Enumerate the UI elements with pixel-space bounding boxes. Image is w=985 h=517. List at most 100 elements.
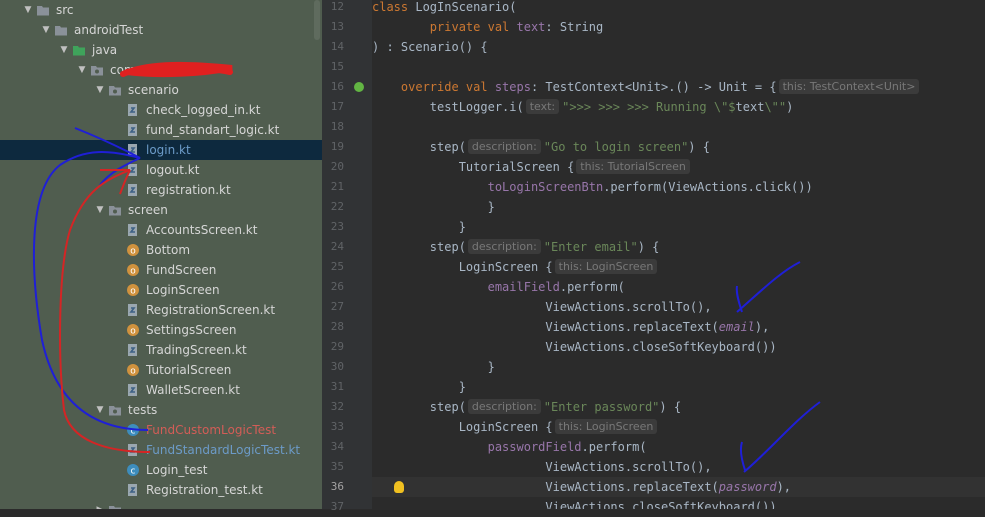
override-marker-icon[interactable] (354, 82, 364, 92)
tree-item[interactable]: o LoginScreen (0, 280, 322, 300)
kotlin-file-icon (126, 343, 140, 357)
tree-item[interactable]: o Bottom (0, 240, 322, 260)
code-token: LogInScenario( (415, 0, 517, 14)
code-line[interactable]: passwordField.perform( (372, 437, 985, 457)
tree-item[interactable]: ▼ java (0, 40, 322, 60)
code-line[interactable]: private val text: String (372, 17, 985, 37)
code-token: password (718, 480, 777, 494)
tree-item[interactable]: ▶ (0, 500, 322, 509)
code-line[interactable]: ViewActions.closeSoftKeyboard()) (372, 337, 985, 357)
code-line[interactable] (372, 117, 985, 137)
tree-item[interactable]: ▼ androidTest (0, 20, 322, 40)
code-line[interactable]: ViewActions.replaceText(password), (372, 477, 985, 497)
line-number: 33 (330, 420, 344, 433)
tree-item[interactable]: login.kt (0, 140, 322, 160)
tree-item[interactable]: ▼ tests (0, 400, 322, 420)
expand-arrow-icon[interactable]: ▼ (40, 20, 52, 40)
code-line[interactable]: LoginScreen {this: LoginScreen (372, 417, 985, 437)
code-line[interactable]: testLogger.i(text: ">>> >>> >>> Running \… (372, 97, 985, 117)
tree-item[interactable]: o SettingsScreen (0, 320, 322, 340)
code-line[interactable]: } (372, 197, 985, 217)
line-number: 36 (330, 480, 344, 493)
tree-item[interactable]: fund_standart_logic.kt (0, 120, 322, 140)
code-token: } (372, 380, 466, 394)
tree-item-label: registration.kt (146, 183, 231, 197)
code-editor[interactable]: class LogInScenario( private val text: S… (372, 0, 985, 509)
code-line[interactable]: } (372, 377, 985, 397)
code-line[interactable]: ViewActions.scrollTo(), (372, 457, 985, 477)
line-number: 13 (330, 20, 344, 33)
tree-item[interactable]: registration.kt (0, 180, 322, 200)
tree-scrollbar[interactable] (313, 0, 321, 509)
code-token: : TestContext<Unit>.() -> Unit = { (530, 80, 777, 94)
svg-text:o: o (130, 287, 136, 297)
tree-item[interactable]: ▼ com (0, 60, 322, 80)
code-line[interactable]: } (372, 217, 985, 237)
expand-arrow-icon[interactable]: ▼ (94, 80, 106, 100)
tree-item[interactable]: check_logged_in.kt (0, 100, 322, 120)
code-line[interactable]: ViewActions.replaceText(email), (372, 317, 985, 337)
code-line[interactable]: step(description: "Enter email") { (372, 237, 985, 257)
tree-item[interactable]: TradingScreen.kt (0, 340, 322, 360)
tree-item[interactable]: WalletScreen.kt (0, 380, 322, 400)
tree-item[interactable]: c Login_test (0, 460, 322, 480)
line-number: 22 (330, 200, 344, 213)
code-line[interactable]: override val steps: TestContext<Unit>.()… (372, 77, 985, 97)
code-line[interactable]: LoginScreen {this: LoginScreen (372, 257, 985, 277)
package-icon (90, 63, 104, 77)
line-number: 19 (330, 140, 344, 153)
code-token: text (735, 100, 765, 114)
inlay-hint: this: LoginScreen (554, 419, 658, 434)
line-number: 32 (330, 400, 344, 413)
expand-arrow-icon[interactable]: ▼ (94, 200, 106, 220)
kotlin-object-icon: o (126, 363, 140, 377)
tree-item[interactable]: RegistrationScreen.kt (0, 300, 322, 320)
inlay-hint: description: (467, 139, 541, 154)
expand-arrow-icon[interactable]: ▼ (22, 0, 34, 20)
code-line[interactable]: } (372, 357, 985, 377)
code-line[interactable] (372, 57, 985, 77)
code-token: ">>> >>> >>> Running \"$ (562, 100, 736, 114)
code-token: email (718, 320, 755, 334)
tree-item[interactable]: c FundCustomLogicTest (0, 420, 322, 440)
code-line[interactable]: ) : Scenario() { (372, 37, 985, 57)
code-token: ) { (688, 140, 710, 154)
code-line[interactable]: ViewActions.scrollTo(), (372, 297, 985, 317)
tree-item[interactable]: o TutorialScreen (0, 360, 322, 380)
code-line[interactable]: ViewActions.closeSoftKeyboard()) (372, 497, 985, 509)
code-token: private val (429, 20, 517, 34)
lightbulb-icon[interactable] (394, 481, 404, 493)
code-line[interactable]: step(description: "Go to login screen") { (372, 137, 985, 157)
line-number: 23 (330, 220, 344, 233)
code-line[interactable]: TutorialScreen {this: TutorialScreen (372, 157, 985, 177)
expand-arrow-icon[interactable]: ▼ (58, 40, 70, 60)
tree-item[interactable]: logout.kt (0, 160, 322, 180)
code-line[interactable]: emailField.perform( (372, 277, 985, 297)
collapse-arrow-icon[interactable]: ▶ (94, 500, 106, 509)
code-line[interactable]: class LogInScenario( (372, 0, 985, 17)
folder-icon (54, 23, 68, 37)
svg-text:o: o (130, 327, 136, 337)
tree-item[interactable]: AccountsScreen.kt (0, 220, 322, 240)
code-token: "Enter password" (543, 400, 660, 414)
code-token: LoginScreen { (372, 260, 553, 274)
tree-item[interactable]: o FundScreen (0, 260, 322, 280)
code-line[interactable]: toLoginScreenBtn.perform(ViewActions.cli… (372, 177, 985, 197)
code-line[interactable]: step(description: "Enter password") { (372, 397, 985, 417)
tree-item-label: screen (128, 203, 168, 217)
tree-item[interactable]: ▼ scenario (0, 80, 322, 100)
code-token: } (372, 360, 495, 374)
line-number: 26 (330, 280, 344, 293)
line-number: 16 (330, 80, 344, 93)
tree-item[interactable]: Registration_test.kt (0, 480, 322, 500)
kotlin-file-icon (126, 443, 140, 457)
tree-item[interactable]: ▼ screen (0, 200, 322, 220)
tree-item[interactable]: ▼ src (0, 0, 322, 20)
expand-arrow-icon[interactable]: ▼ (76, 60, 88, 80)
tree-item[interactable]: FundStandardLogicTest.kt (0, 440, 322, 460)
code-token: ) { (659, 400, 682, 414)
expand-arrow-icon[interactable]: ▼ (94, 400, 106, 420)
